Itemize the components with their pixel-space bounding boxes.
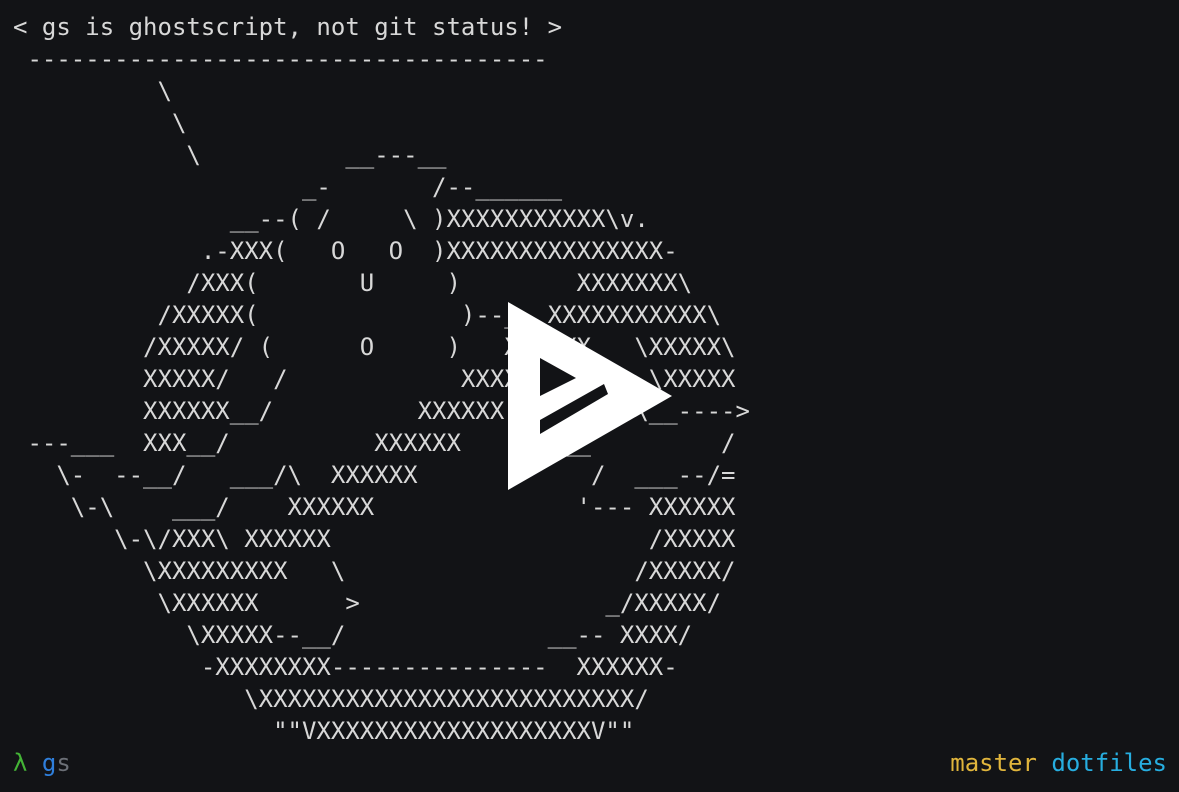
terminal-line: \XXXXXXXXX \ /XXXXX/ <box>13 557 736 585</box>
autosuggestion: s <box>56 749 71 777</box>
terminal-line: \XXXXX--__/ __-- XXXX/ <box>13 621 693 649</box>
terminal-line: \ <box>13 109 187 137</box>
terminal-window[interactable]: < gs is ghostscript, not git status! > -… <box>0 0 1179 792</box>
terminal-line: ------------------------------------ <box>13 45 548 73</box>
terminal-line: \XXXXXX > _/XXXXX/ <box>13 589 722 617</box>
terminal-line: __--( / \ )XXXXXXXXXXX\v. <box>13 205 649 233</box>
terminal-line: \-\ ___/ XXXXXX '--- XXXXXX <box>13 493 736 521</box>
play-button[interactable] <box>504 298 676 494</box>
git-branch: master <box>950 749 1037 777</box>
terminal-line: \ <box>13 77 172 105</box>
typed-command: g <box>41 749 57 777</box>
command-prompt[interactable]: λ gs <box>13 747 71 779</box>
terminal-line: _- /--______ <box>13 173 563 201</box>
terminal-line: < gs is ghostscript, not git status! > <box>13 13 563 41</box>
terminal-line: /XXX( U ) XXXXXXX\ <box>13 269 693 297</box>
terminal-line: ""VXXXXXXXXXXXXXXXXXXXV"" <box>13 717 635 745</box>
asciinema-play-icon <box>508 302 672 490</box>
prompt-lambda-symbol: λ <box>13 749 28 777</box>
terminal-line: \ __---__ <box>13 141 447 169</box>
terminal-line: \-\/XXX\ XXXXXX /XXXXX <box>13 525 736 553</box>
terminal-line: \XXXXXXXXXXXXXXXXXXXXXXXXXX/ <box>13 685 649 713</box>
repo-name: dotfiles <box>1051 749 1167 777</box>
git-status-segment: master dotfiles <box>950 747 1167 779</box>
terminal-line: -XXXXXXXX--------------- XXXXXX- <box>13 653 678 681</box>
terminal-line: .-XXX( O O )XXXXXXXXXXXXXXX- <box>13 237 678 265</box>
